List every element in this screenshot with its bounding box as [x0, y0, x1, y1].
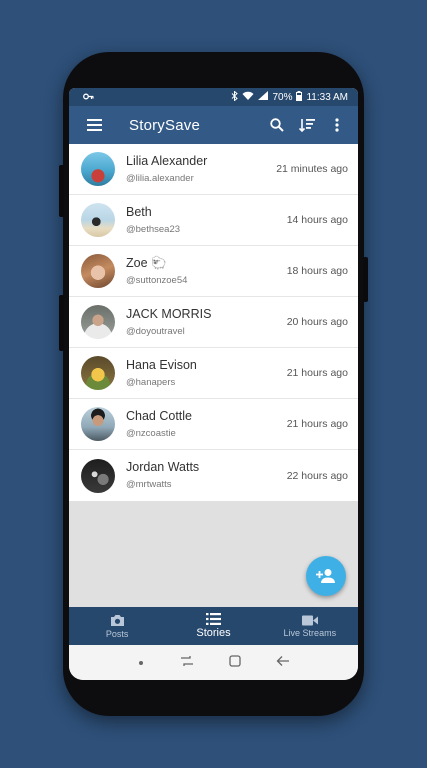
- user-handle: @bethsea23: [126, 223, 181, 235]
- tab-posts-label: Posts: [105, 628, 129, 639]
- list-item[interactable]: Beth @bethsea23 14 hours ago: [69, 195, 358, 246]
- tab-posts[interactable]: Posts: [69, 607, 165, 645]
- user-handle: @mrtwatts: [126, 479, 172, 490]
- add-user-icon: [316, 569, 335, 583]
- story-time: 21 hours ago: [286, 367, 348, 379]
- bluetooth-icon: [231, 89, 239, 104]
- user-handle: @nzcoastie: [126, 427, 176, 439]
- video-camera-icon: [301, 615, 318, 625]
- tab-live-streams-label: Live Streams: [283, 627, 337, 638]
- key-icon: [83, 92, 94, 103]
- bottom-navigation: Posts Stories Live Streams: [69, 607, 358, 645]
- list-item[interactable]: Jordan Watts @mrtwatts 22 hours ago: [69, 450, 358, 501]
- avatar: [81, 152, 115, 186]
- list-item[interactable]: JACK MORRIS @doyoutravel 20 hours ago: [69, 297, 358, 348]
- story-time: 20 hours ago: [286, 316, 348, 328]
- status-bar: 70% 11:33 AM: [69, 88, 358, 106]
- user-name: Zoe 🐑: [126, 255, 167, 270]
- avatar: [81, 356, 115, 390]
- battery-percent: 70%: [272, 91, 293, 103]
- user-list: Lilia Alexander @lilia.alexander 21 minu…: [69, 144, 358, 501]
- user-name: Hana Evison: [126, 357, 197, 372]
- list-item[interactable]: Chad Cottle @nzcoastie 21 hours ago: [69, 399, 358, 450]
- story-time: 21 hours ago: [286, 418, 348, 430]
- tab-stories-label: Stories: [196, 627, 231, 639]
- user-name: Beth: [126, 204, 152, 219]
- user-handle: @doyoutravel: [126, 325, 185, 337]
- app-title: StorySave: [129, 116, 200, 134]
- more-options-icon[interactable]: [322, 110, 352, 140]
- menu-icon[interactable]: [79, 110, 109, 140]
- user-handle: @lilia.alexander: [126, 172, 194, 184]
- camera-icon: [110, 614, 124, 626]
- avatar: [81, 407, 115, 441]
- signal-icon: [258, 91, 269, 103]
- list-icon: [205, 613, 221, 625]
- tab-live-streams[interactable]: Live Streams: [262, 607, 358, 645]
- phone-screen: 70% 11:33 AM StorySave Lilia Alexander @…: [69, 88, 358, 680]
- user-handle: @suttonzoe54: [126, 274, 188, 286]
- back-icon[interactable]: [276, 654, 290, 672]
- home-icon[interactable]: [229, 654, 241, 672]
- list-item[interactable]: Lilia Alexander @lilia.alexander 21 minu…: [69, 144, 358, 195]
- search-icon[interactable]: [262, 110, 292, 140]
- user-name: Chad Cottle: [126, 408, 193, 423]
- sort-icon[interactable]: [292, 110, 322, 140]
- power-button: [59, 165, 64, 217]
- wifi-icon: [242, 91, 254, 103]
- story-time: 22 hours ago: [286, 469, 348, 482]
- user-name: Jordan Watts: [126, 460, 200, 474]
- recent-apps-icon[interactable]: [180, 654, 194, 672]
- app-bar: StorySave: [69, 106, 358, 144]
- avatar: [81, 458, 115, 493]
- home-dot-icon[interactable]: [137, 654, 145, 672]
- story-time: 14 hours ago: [286, 214, 348, 226]
- battery-icon: [296, 90, 303, 104]
- tab-stories[interactable]: Stories: [165, 607, 261, 645]
- story-time: 21 minutes ago: [276, 163, 348, 175]
- user-name: Lilia Alexander: [126, 153, 208, 168]
- status-time: 11:33 AM: [306, 91, 348, 103]
- add-user-button[interactable]: [306, 556, 346, 596]
- avatar: [81, 254, 115, 288]
- user-name: JACK MORRIS: [126, 306, 212, 321]
- bixby-button: [363, 257, 368, 302]
- story-time: 18 hours ago: [286, 265, 348, 277]
- avatar: [81, 203, 115, 237]
- list-item[interactable]: Zoe 🐑 @suttonzoe54 18 hours ago: [69, 246, 358, 297]
- avatar: [81, 305, 115, 339]
- system-navigation-bar: [69, 645, 358, 680]
- list-item[interactable]: Hana Evison @hanapers 21 hours ago: [69, 348, 358, 399]
- user-handle: @hanapers: [126, 376, 176, 388]
- volume-button: [59, 295, 64, 351]
